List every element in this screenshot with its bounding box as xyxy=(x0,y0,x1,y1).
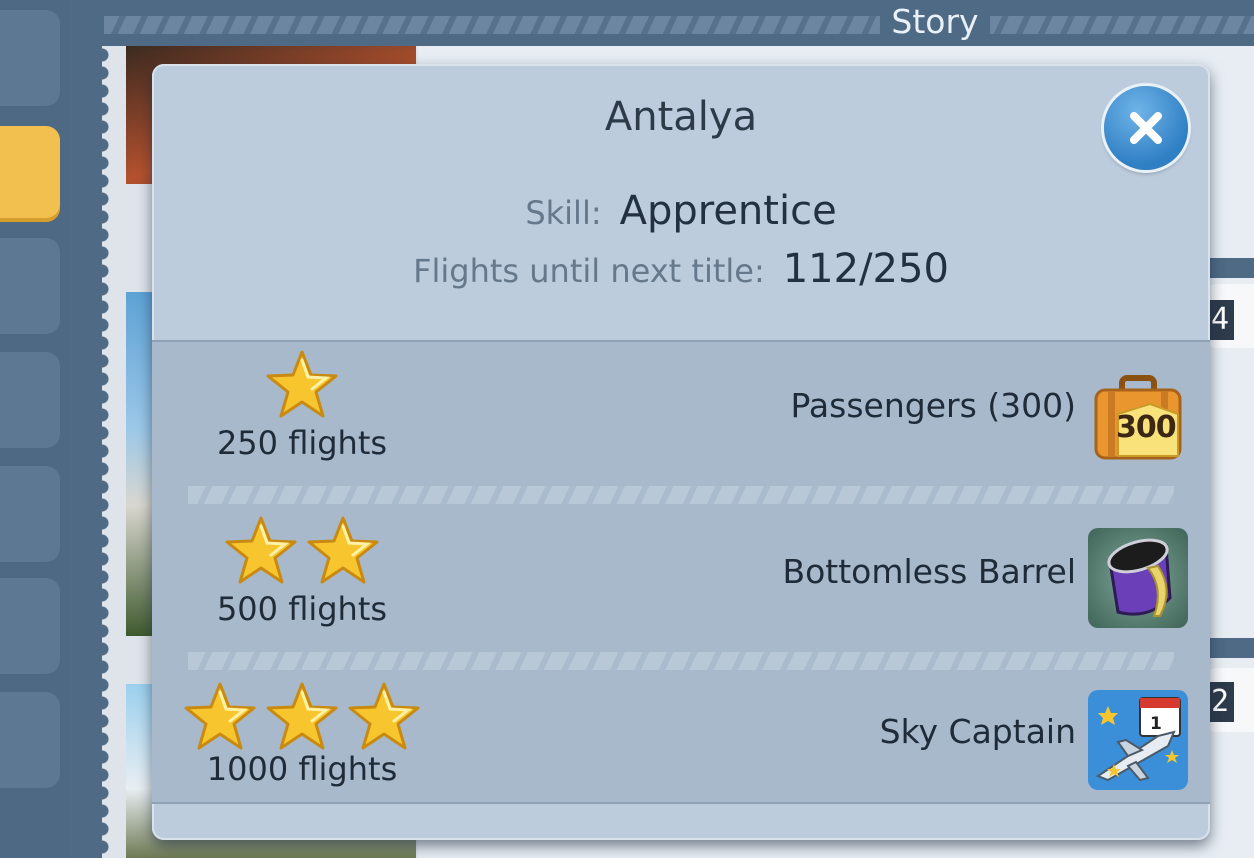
reward-name: Bottomless Barrel xyxy=(782,552,1076,591)
airplane-calendar-icon: 1 xyxy=(1088,690,1188,790)
star-icon xyxy=(225,516,297,584)
reward-list: 250 flights Passengers (300) 300 500 fli… xyxy=(152,340,1210,804)
stamp-perforation xyxy=(102,46,122,858)
side-tab[interactable] xyxy=(0,10,60,106)
dialog-header: Antalya Skill: Apprentice Flights until n… xyxy=(152,64,1210,340)
calendar-number: 1 xyxy=(1150,714,1162,734)
progress-row: Flights until next title: 112/250 xyxy=(152,246,1210,292)
star-rating xyxy=(152,514,452,586)
star-icon xyxy=(307,516,379,584)
close-icon xyxy=(1130,112,1162,144)
header-title: Story xyxy=(880,2,990,42)
side-tab-rail xyxy=(0,0,70,858)
close-button[interactable] xyxy=(1104,86,1188,170)
reward-row: 250 flights Passengers (300) 300 xyxy=(152,342,1210,496)
reward-name: Passengers (300) xyxy=(790,386,1076,425)
dialog-title: Antalya xyxy=(604,94,758,140)
side-tab[interactable] xyxy=(0,352,60,448)
side-tab[interactable] xyxy=(0,578,60,674)
side-tab[interactable] xyxy=(0,238,60,334)
star-rating xyxy=(152,348,452,420)
side-tab-active[interactable] xyxy=(0,126,60,222)
star-icon xyxy=(266,350,338,418)
progress-value: 112/250 xyxy=(782,246,949,292)
suitcase-icon: 300 xyxy=(1088,370,1188,470)
flights-requirement: 1000 flights xyxy=(206,750,398,788)
header-stripe xyxy=(104,16,1254,34)
progress-label: Flights until next title: xyxy=(413,252,765,290)
reward-row: 1000 flights Sky Captain 1 xyxy=(152,650,1210,804)
star-icon xyxy=(348,682,420,750)
barrel-icon xyxy=(1088,528,1188,628)
reward-name: Sky Captain xyxy=(879,712,1076,751)
destination-dialog: Antalya Skill: Apprentice Flights until n… xyxy=(152,64,1210,840)
flights-requirement: 500 flights xyxy=(216,590,388,628)
reward-badge: 300 xyxy=(1116,410,1177,445)
side-tab[interactable] xyxy=(0,692,60,788)
side-tab[interactable] xyxy=(0,466,60,562)
star-icon xyxy=(184,682,256,750)
skill-label: Skill: xyxy=(525,194,602,232)
skill-value: Apprentice xyxy=(619,188,837,234)
counter-digit: 2 xyxy=(1206,682,1234,722)
reward-row: 500 flights Bottomless Barrel xyxy=(152,496,1210,650)
star-icon xyxy=(266,682,338,750)
star-rating xyxy=(152,680,452,752)
flights-requirement: 250 flights xyxy=(216,424,388,462)
skill-row: Skill: Apprentice xyxy=(152,188,1210,234)
counter-digit: 4 xyxy=(1206,300,1234,340)
